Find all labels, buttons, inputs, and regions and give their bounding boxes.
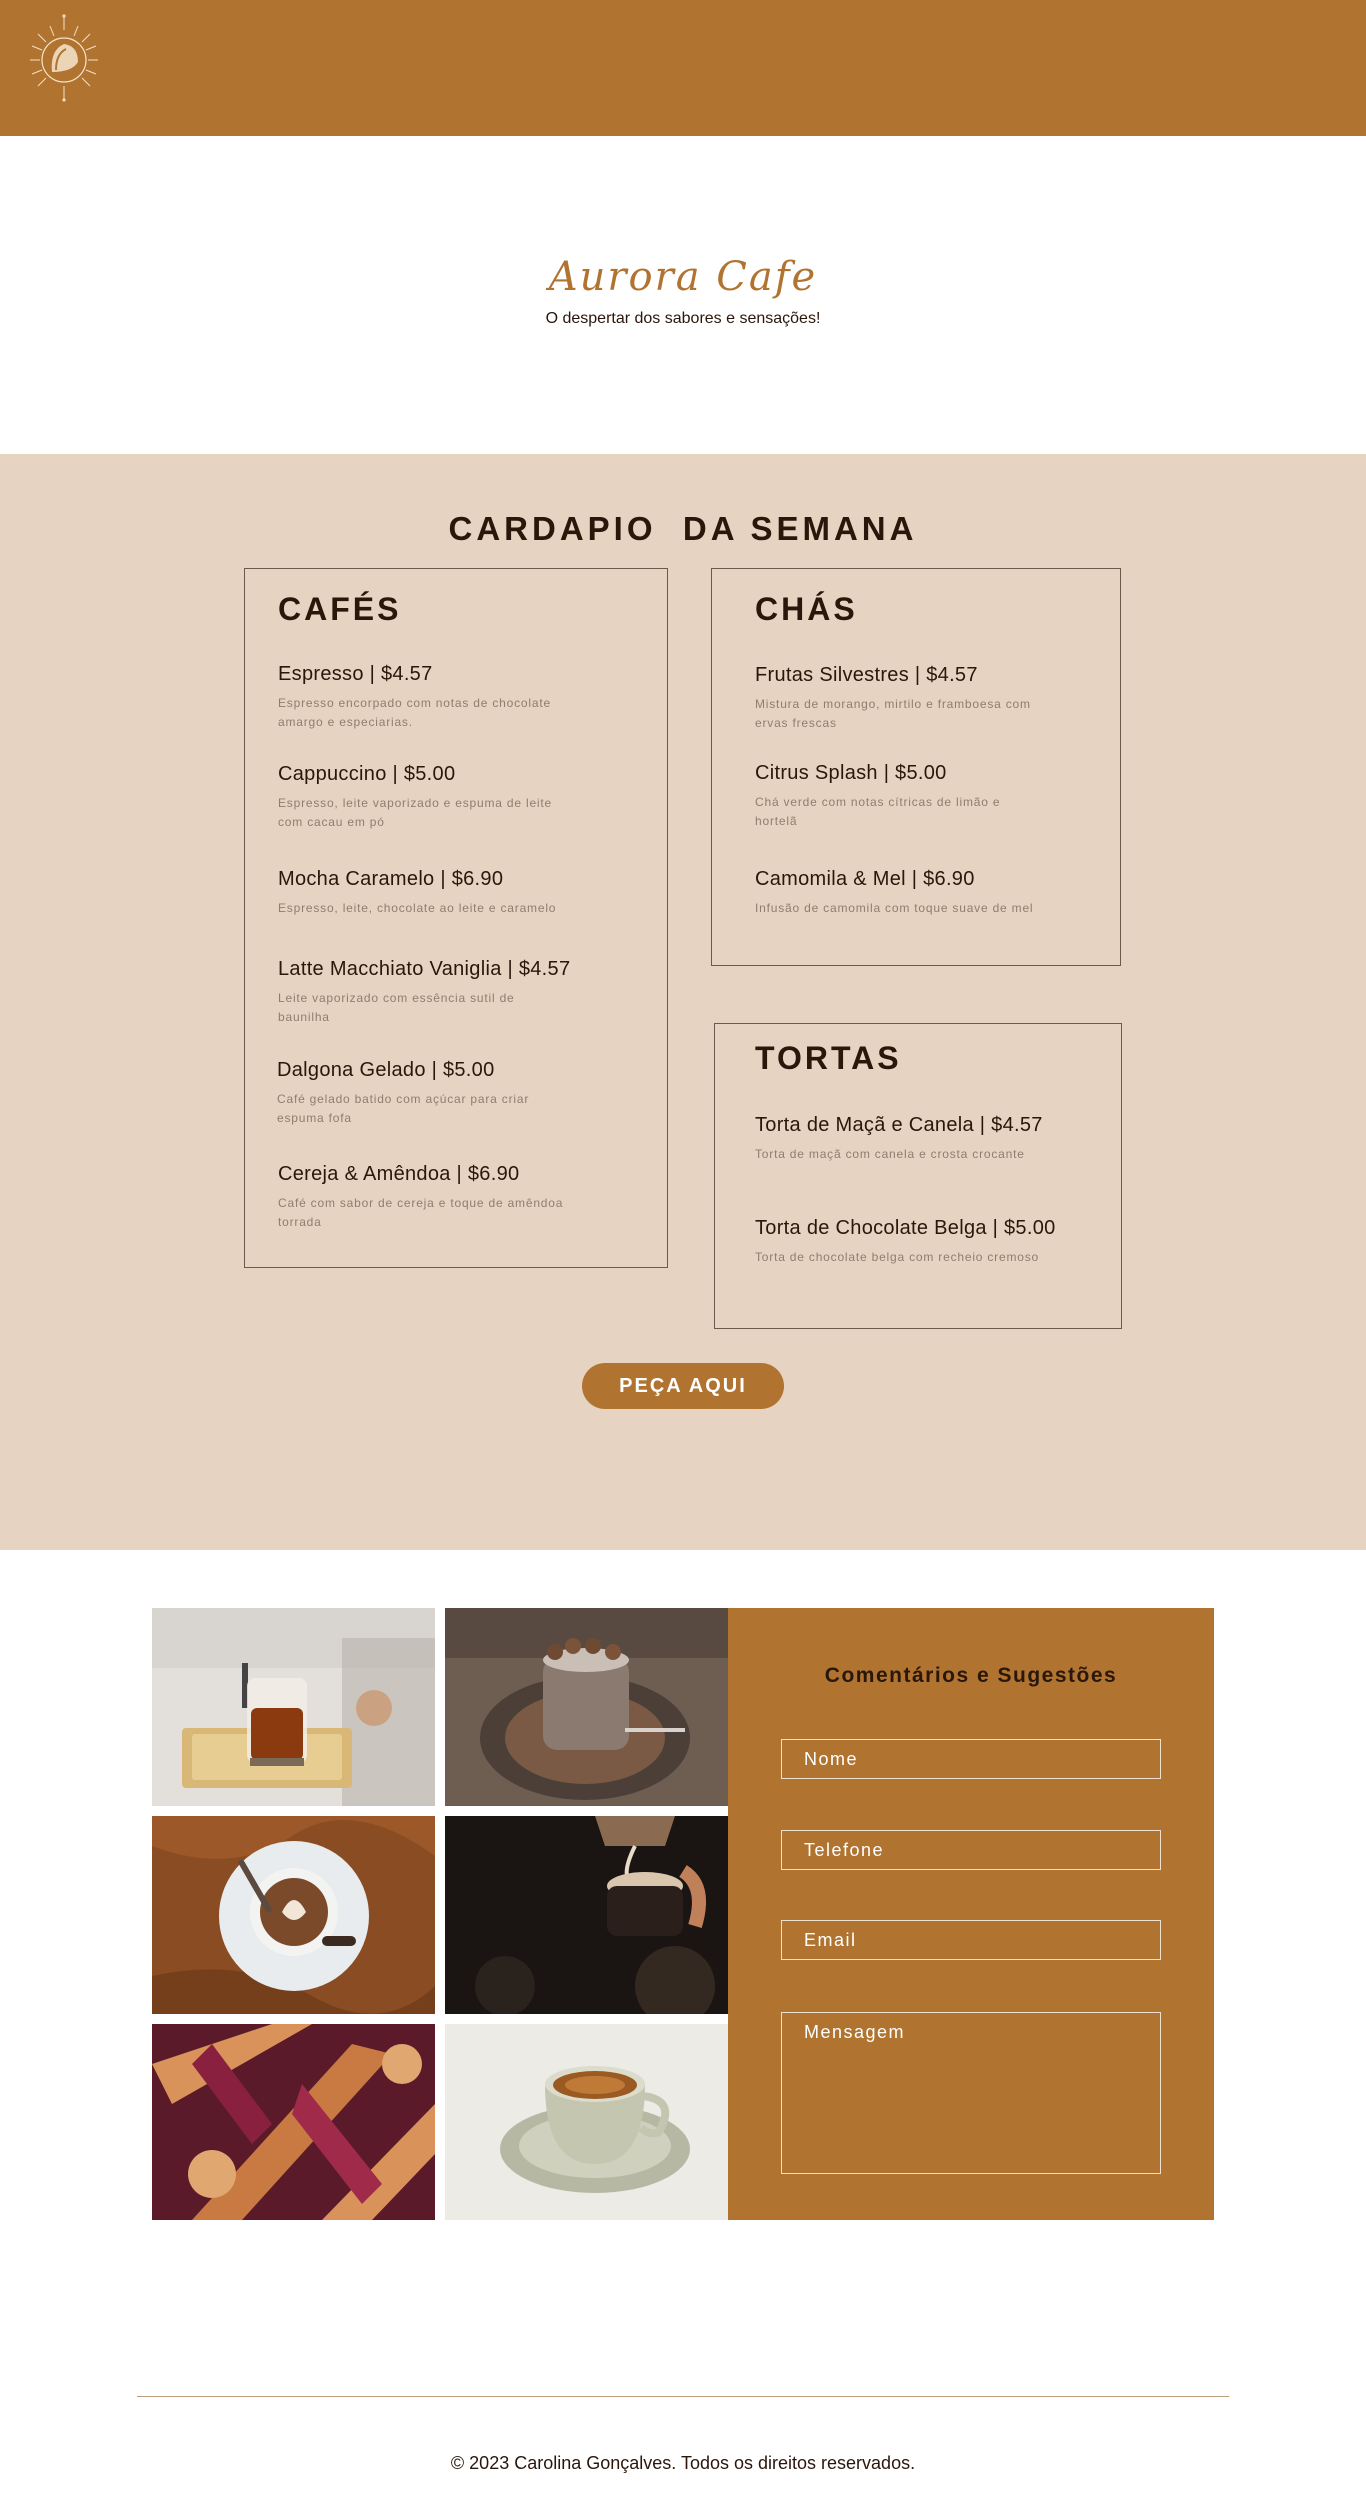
menu-item-desc: Espresso encorpado com notas de chocolat… xyxy=(278,696,551,729)
menu-section: CARDAPIO DA SEMANA CAFÉS Espresso | $4.5… xyxy=(0,454,1366,1550)
menu-title: CARDAPIO DA SEMANA xyxy=(448,510,918,547)
menu-item-name: Cappuccino | $5.00 xyxy=(278,763,456,785)
menu-item-name: Camomila & Mel | $6.90 xyxy=(755,868,975,890)
menu-item-name: Citrus Splash | $5.00 xyxy=(755,762,947,784)
footer-divider xyxy=(137,2396,1229,2397)
menu-item-name: Cereja & Amêndoa | $6.90 xyxy=(278,1163,520,1185)
feedback-form: Comentários e Sugestões xyxy=(728,1608,1214,2220)
menu-box-cafes: CAFÉS Espresso | $4.57 Espresso encorpad… xyxy=(244,568,668,1268)
phone-field[interactable] xyxy=(781,1830,1161,1870)
category-title: TORTAS xyxy=(755,1040,902,1076)
menu-item-desc: Chá verde com notas cítricas de limão e … xyxy=(755,795,1001,828)
menu-item-desc: Mistura de morango, mirtilo e framboesa … xyxy=(755,697,1031,730)
menu-item-desc: Torta de chocolate belga com recheio cre… xyxy=(755,1250,1040,1264)
gallery-photo-tea xyxy=(152,1608,435,1806)
menu-item-name: Espresso | $4.57 xyxy=(278,663,433,685)
menu-item-name: Frutas Silvestres | $4.57 xyxy=(755,664,978,686)
menu-item-name: Mocha Caramelo | $6.90 xyxy=(278,868,504,890)
menu-item: Dalgona Gelado | $5.00 Café gelado batid… xyxy=(277,1059,597,1128)
menu-item: Torta de Maçã e Canela | $4.57 Torta de … xyxy=(755,1114,1075,1164)
menu-item-name: Latte Macchiato Vaniglia | $4.57 xyxy=(278,958,571,980)
menu-item-desc: Espresso, leite vaporizado e espuma de l… xyxy=(278,796,553,829)
hero-section: Aurora Cafe O despertar dos sabores e se… xyxy=(0,136,1366,454)
menu-item-desc: Torta de maçã com canela e crosta crocan… xyxy=(755,1147,1025,1161)
menu-item: Citrus Splash | $5.00 Chá verde com nota… xyxy=(755,762,1075,831)
brand-name: Aurora Cafe xyxy=(548,254,818,300)
message-field[interactable] xyxy=(781,2012,1161,2174)
sun-logo-icon[interactable] xyxy=(26,14,102,104)
brand-tagline: O despertar dos sabores e sensações! xyxy=(545,310,821,327)
menu-item-desc: Infusão de camomila com toque suave de m… xyxy=(755,901,1034,915)
menu-item: Frutas Silvestres | $4.57 Mistura de mor… xyxy=(755,664,1075,733)
menu-item: Torta de Chocolate Belga | $5.00 Torta d… xyxy=(755,1217,1075,1267)
menu-item-name: Torta de Maçã e Canela | $4.57 xyxy=(755,1114,1043,1136)
menu-item: Cereja & Amêndoa | $6.90 Café com sabor … xyxy=(278,1163,598,1232)
menu-item-desc: Café com sabor de cereja e toque de amên… xyxy=(278,1196,564,1229)
menu-item: Espresso | $4.57 Espresso encorpado com … xyxy=(278,663,598,732)
order-button[interactable]: PEÇA AQUI xyxy=(582,1363,784,1409)
email-field[interactable] xyxy=(781,1920,1161,1960)
menu-item-name: Torta de Chocolate Belga | $5.00 xyxy=(755,1217,1056,1239)
gallery-photo-chocolate-cake xyxy=(445,1608,728,1806)
category-title: CAFÉS xyxy=(278,591,402,627)
menu-item: Latte Macchiato Vaniglia | $4.57 Leite v… xyxy=(278,958,598,1027)
site-header xyxy=(0,0,1366,136)
gallery-photo-latte xyxy=(152,1816,435,2014)
footer-copyright: © 2023 Carolina Gonçalves. Todos os dire… xyxy=(450,2453,916,2473)
gallery-photo-pastry xyxy=(152,2024,435,2220)
menu-item: Camomila & Mel | $6.90 Infusão de camomi… xyxy=(755,868,1075,918)
gallery-photo-espresso xyxy=(445,2024,728,2220)
menu-item-desc: Espresso, leite, chocolate ao leite e ca… xyxy=(278,901,557,915)
menu-item-desc: Leite vaporizado com essência sutil de b… xyxy=(278,991,515,1024)
form-title: Comentários e Sugestões xyxy=(824,1664,1118,1687)
name-field[interactable] xyxy=(781,1739,1161,1779)
menu-item: Cappuccino | $5.00 Espresso, leite vapor… xyxy=(278,763,598,832)
menu-item: Mocha Caramelo | $6.90 Espresso, leite, … xyxy=(278,868,598,918)
menu-box-tortas: TORTAS Torta de Maçã e Canela | $4.57 To… xyxy=(714,1023,1122,1329)
menu-item-desc: Café gelado batido com açúcar para criar… xyxy=(277,1092,530,1125)
category-title: CHÁS xyxy=(755,591,858,627)
menu-item-name: Dalgona Gelado | $5.00 xyxy=(277,1059,495,1081)
menu-box-chas: CHÁS Frutas Silvestres | $4.57 Mistura d… xyxy=(711,568,1121,966)
gallery-photo-pouring-milk xyxy=(445,1816,728,2014)
